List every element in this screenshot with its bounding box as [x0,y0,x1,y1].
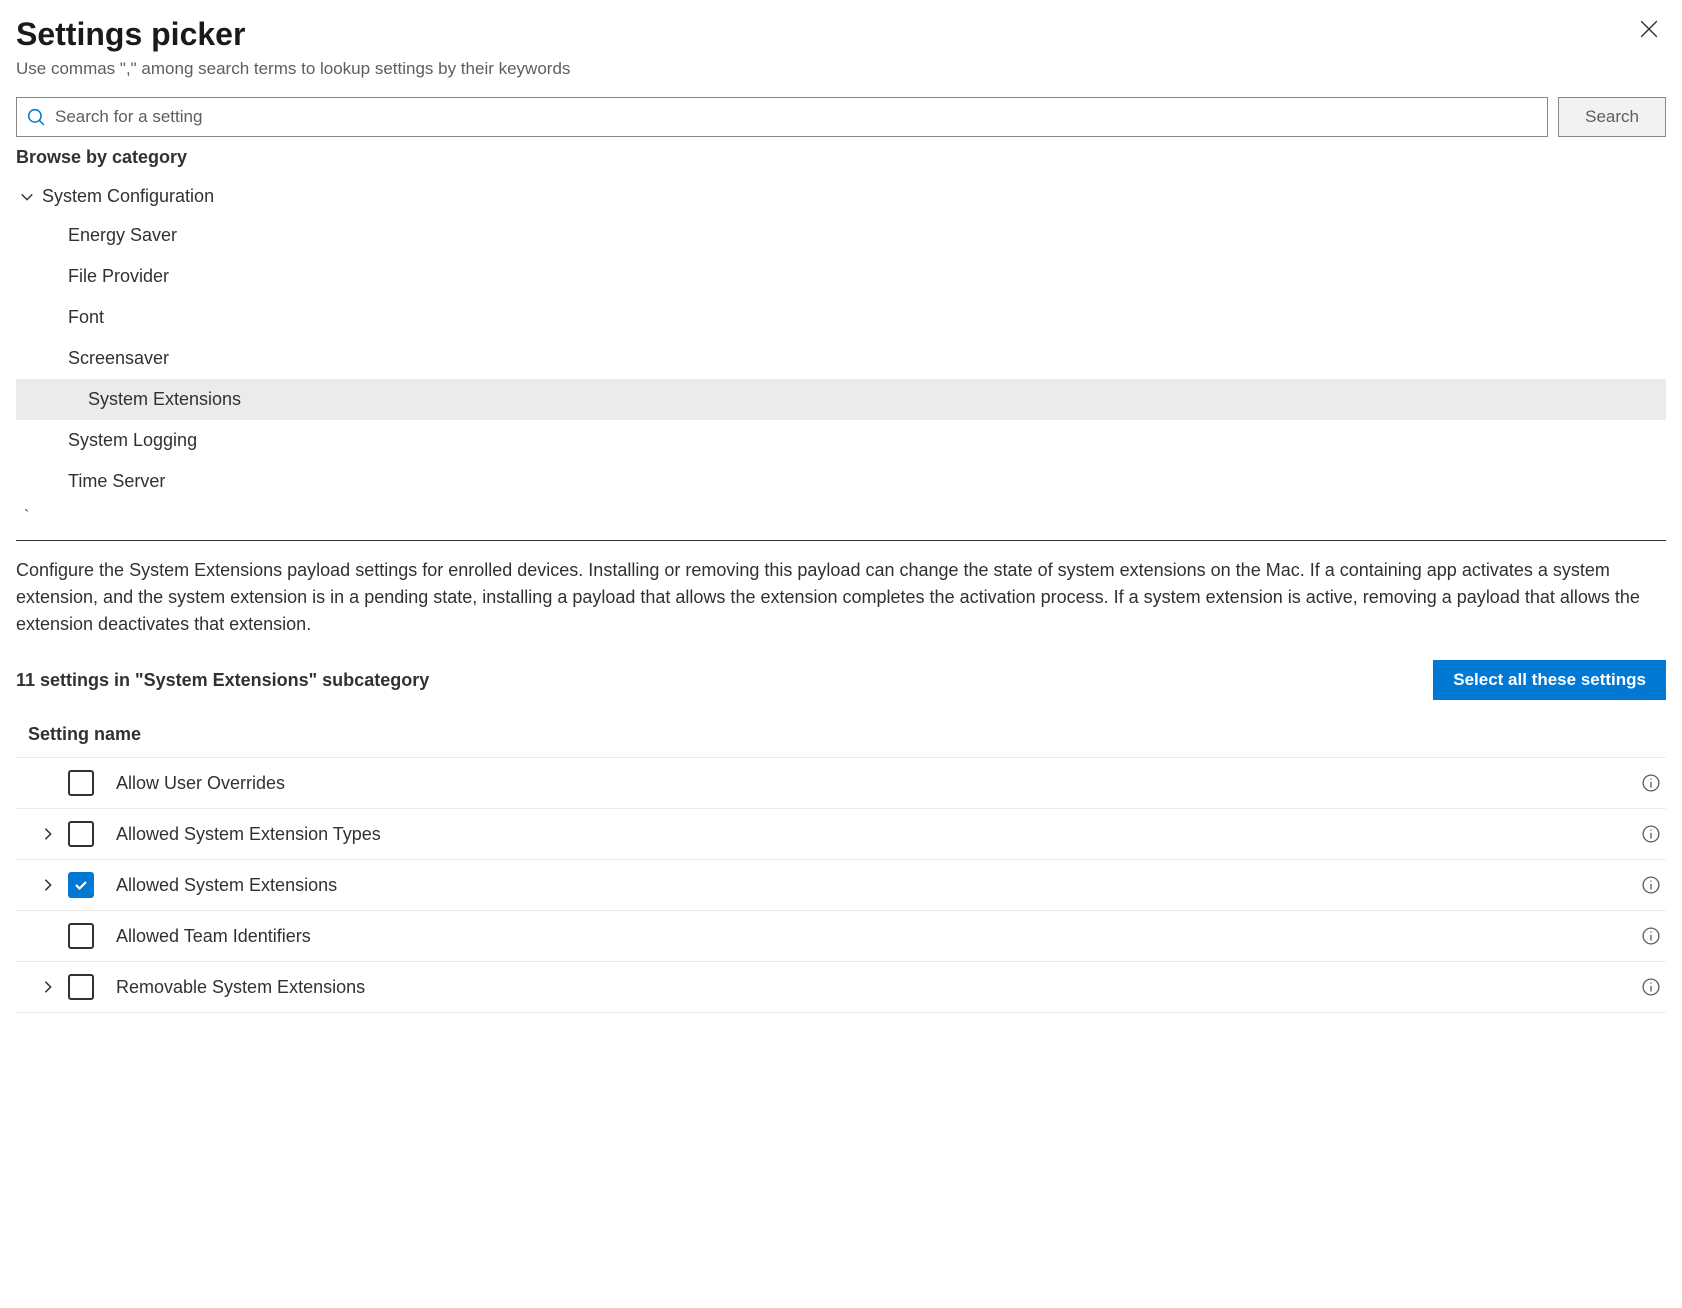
search-button[interactable]: Search [1558,97,1666,137]
setting-row: Removable System Extensions [16,962,1666,1013]
tree-item-label: Time Server [68,471,165,491]
chevron-right-icon [41,878,55,892]
table-column-header: Setting name [16,714,1666,758]
setting-row: Allowed System Extension Types [16,809,1666,860]
setting-label: Allowed Team Identifiers [116,926,1642,947]
info-icon[interactable] [1642,774,1660,792]
tree-item-label: Energy Saver [68,225,177,245]
page-subtitle: Use commas "," among search terms to loo… [16,59,570,79]
setting-checkbox[interactable] [68,923,94,949]
setting-label: Allowed System Extensions [116,875,1642,896]
search-box[interactable] [16,97,1548,137]
setting-label: Allowed System Extension Types [116,824,1642,845]
setting-label: Allow User Overrides [116,773,1642,794]
setting-checkbox[interactable] [68,872,94,898]
tree-parent-system-configuration[interactable]: System Configuration [16,178,1666,215]
search-input[interactable] [55,107,1537,127]
tree-item[interactable]: File Provider [68,256,1666,297]
tree-item-label: System Logging [68,430,197,450]
info-icon[interactable] [1642,825,1660,843]
chevron-right-icon [41,980,55,994]
setting-checkbox[interactable] [68,770,94,796]
category-description: Configure the System Extensions payload … [16,557,1666,638]
setting-checkbox[interactable] [68,974,94,1000]
close-icon[interactable] [1632,16,1666,42]
tree-item[interactable]: Screensaver [68,338,1666,379]
expand-toggle[interactable] [28,827,68,841]
expand-toggle[interactable] [28,878,68,892]
expand-toggle[interactable] [28,980,68,994]
setting-row: Allowed System Extensions [16,860,1666,911]
chevron-right-icon [41,827,55,841]
tree-item[interactable]: System Extensions [16,379,1666,420]
tree-item-label: File Provider [68,266,169,286]
browse-heading: Browse by category [16,147,1666,168]
chevron-down-icon [20,190,34,204]
tree-item[interactable]: Font [68,297,1666,338]
tree-parent-label: System Configuration [42,186,214,207]
info-icon[interactable] [1642,978,1660,996]
setting-label: Removable System Extensions [116,977,1642,998]
divider [16,540,1666,541]
tree-item-label: Screensaver [68,348,169,368]
page-title: Settings picker [16,16,570,53]
select-all-button[interactable]: Select all these settings [1433,660,1666,700]
setting-checkbox[interactable] [68,821,94,847]
tree-item[interactable]: Energy Saver [68,215,1666,256]
tree-item-label: System Extensions [88,389,241,409]
truncated-indicator: ` [24,508,1666,526]
tree-item[interactable]: System Logging [68,420,1666,461]
tree-item-label: Font [68,307,104,327]
info-icon[interactable] [1642,927,1660,945]
tree-item[interactable]: Time Server [68,461,1666,502]
search-icon [27,108,45,126]
setting-row: Allow User Overrides [16,758,1666,809]
setting-row: Allowed Team Identifiers [16,911,1666,962]
subcategory-count: 11 settings in "System Extensions" subca… [16,670,429,691]
info-icon[interactable] [1642,876,1660,894]
